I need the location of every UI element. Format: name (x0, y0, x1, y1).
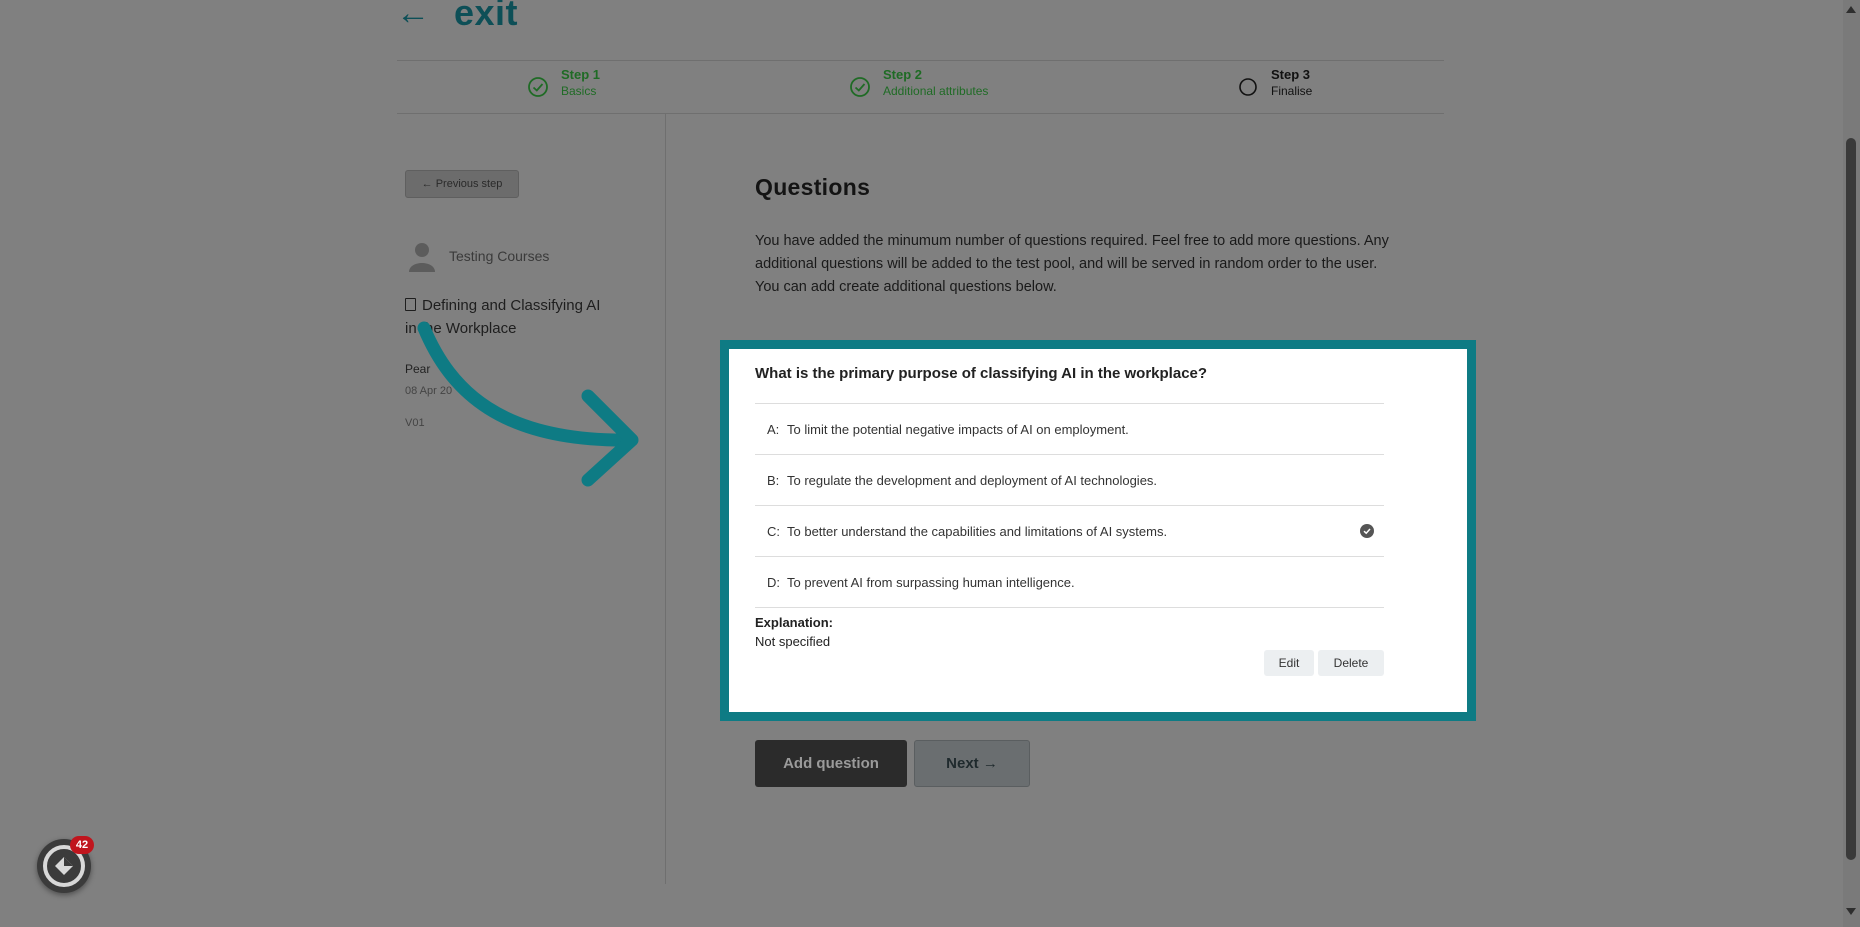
check-circle-icon (850, 77, 870, 97)
option-letter: A: (767, 421, 780, 437)
scroll-down-icon[interactable] (1846, 908, 1856, 915)
step-1-title: Step 1 (561, 67, 601, 82)
add-question-button[interactable]: Add question (755, 740, 907, 787)
author-name: Testing Courses (449, 248, 550, 264)
step-2-title: Step 2 (883, 67, 923, 82)
option-text: To prevent AI from surpassing human inte… (787, 574, 1075, 590)
option-text: To regulate the development and deployme… (787, 472, 1158, 488)
notification-badge: 42 (70, 836, 94, 854)
steps-progress: Step 1 Basics Step 2 Additional attribut… (397, 60, 1444, 114)
edit-button[interactable]: Edit (1264, 650, 1314, 676)
author-row: Testing Courses (407, 240, 549, 272)
page-title: Questions (755, 174, 871, 200)
check-circle-icon (528, 77, 548, 97)
answer-option-a: A: To limit the potential negative impac… (755, 404, 1384, 455)
option-text: To limit the potential negative impacts … (787, 421, 1129, 437)
question-text: What is the primary purpose of classifyi… (755, 365, 1208, 382)
option-letter: B: (767, 472, 780, 488)
empty-circle-icon (1239, 78, 1257, 96)
step-1-subtitle: Basics (561, 84, 597, 98)
explanation-label: Explanation: (755, 615, 834, 630)
exit-label: exit (454, 0, 519, 33)
scroll-up-icon[interactable] (1846, 6, 1856, 13)
delete-button[interactable]: Delete (1318, 650, 1384, 676)
option-letter: C: (767, 523, 780, 539)
intro-text: You have added the minumum number of que… (755, 233, 1389, 295)
step-1[interactable]: Step 1 Basics (527, 67, 600, 98)
step-3-subtitle: Finalise (1271, 84, 1313, 98)
exit-link[interactable]: ← exit (396, 0, 518, 34)
step-3-title: Step 3 (1271, 67, 1311, 82)
column-divider (665, 114, 666, 884)
previous-step-button[interactable]: ← Previous step (405, 170, 519, 198)
question-card: What is the primary purpose of classifyi… (720, 340, 1476, 721)
step-2-subtitle: Additional attributes (883, 84, 989, 98)
option-letter: D: (767, 574, 780, 590)
curved-arrow-icon (417, 321, 639, 487)
option-text: To better understand the capabilities an… (787, 523, 1168, 539)
answer-options: A: To limit the potential negative impac… (755, 403, 1384, 608)
step-3[interactable]: Step 3 Finalise (1237, 67, 1312, 98)
answer-option-b: B: To regulate the development and deplo… (755, 455, 1384, 506)
correct-answer-check-icon (1360, 524, 1374, 538)
page-overlay: ← exit Step 1 Basics Step 2 Additional a… (0, 0, 1860, 927)
answer-option-d: D: To prevent AI from surpassing human i… (755, 557, 1384, 608)
answer-option-c: C: To better understand the capabilities… (755, 506, 1384, 557)
explanation-value: Not specified (755, 634, 831, 649)
next-button[interactable]: Next → (914, 740, 1030, 787)
document-icon (405, 298, 416, 311)
step-2[interactable]: Step 2 Additional attributes (849, 67, 988, 98)
avatar-icon (409, 243, 435, 272)
scrollbar-thumb[interactable] (1846, 138, 1856, 860)
back-arrow-icon: ← (396, 0, 430, 32)
